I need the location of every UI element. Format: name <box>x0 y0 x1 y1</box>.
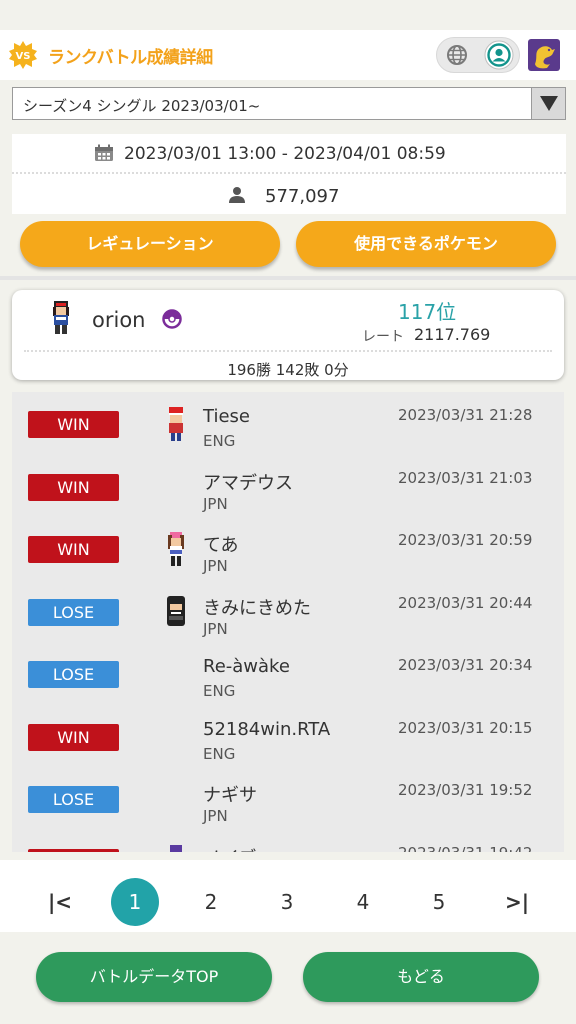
battle-history-list[interactable]: WIN Tiese ENG 2023/03/31 21:28 WIN アマデウス JPN 20… <box>12 392 564 852</box>
battle-datetime: 2023/03/31 20:59 <box>398 531 533 549</box>
page-title: ランクバトル成績詳細 <box>48 48 213 68</box>
opponent-sprite-icon <box>170 844 182 852</box>
person-icon <box>229 187 245 203</box>
opponent-language: JPN <box>203 494 228 513</box>
rate-value: 2117.769 <box>414 325 491 344</box>
rate-label: レート <box>362 329 404 345</box>
battle-datetime: 2023/03/31 19:52 <box>398 781 533 799</box>
opponent-name: ナギサ <box>203 785 257 806</box>
player-name: orion <box>92 308 146 332</box>
section-divider <box>0 276 576 280</box>
battle-datetime: 2023/03/31 21:03 <box>398 468 533 487</box>
last-page-button[interactable]: >| <box>493 878 541 926</box>
battle-row[interactable]: WIN てあ JPN 2023/03/31 20:59 <box>12 517 564 579</box>
opponent-sprite-icon <box>167 595 185 626</box>
win-badge: WIN <box>28 723 119 751</box>
usable-pokemon-button[interactable]: 使用できるポケモン <box>296 221 556 267</box>
battle-row[interactable]: WIN メイズ 2023/03/31 19:42 <box>12 830 564 853</box>
opponent-name: メイズ <box>203 844 256 853</box>
vs-badge-icon: VS <box>9 41 37 69</box>
calendar-icon <box>95 144 113 161</box>
dropdown-button[interactable] <box>531 88 565 119</box>
battle-datetime: 2023/03/31 20:34 <box>398 656 533 674</box>
season-selected-label: シーズン4 シングル 2023/03/01~ <box>23 97 261 115</box>
battle-row[interactable]: LOSE Re-àwàke ENG 2023/03/31 20:34 <box>12 642 564 704</box>
trainer-sprite-icon <box>53 301 69 334</box>
first-page-button[interactable]: |< <box>36 878 84 926</box>
opponent-language: JPN <box>203 619 228 638</box>
opponent-name: きみにきめた <box>203 597 311 619</box>
player-rank: 117位 <box>398 300 457 324</box>
lose-badge: LOSE <box>28 786 119 813</box>
win-badge: WIN <box>28 473 119 501</box>
svg-text:VS: VS <box>16 51 31 62</box>
player-summary-card: orion 117位 レート 2117.769 196勝 142敗 0分 <box>12 290 564 380</box>
opponent-language: JPN <box>203 807 228 825</box>
season-period: 2023/03/01 13:00 - 2023/04/01 08:59 <box>124 144 446 164</box>
dragon-icon[interactable] <box>528 39 560 71</box>
battle-row[interactable]: WIN Tiese ENG 2023/03/31 21:28 <box>12 392 564 454</box>
win-loss-record: 196勝 142敗 0分 <box>227 361 349 379</box>
opponent-language: ENG <box>203 744 236 763</box>
battle-row[interactable]: WIN 52184win.RTA ENG 2023/03/31 20:15 <box>12 705 564 767</box>
page-button-5[interactable]: 5 <box>415 878 463 926</box>
season-dropdown[interactable]: シーズン4 シングル 2023/03/01~ <box>12 87 566 120</box>
battle-row[interactable]: LOSE ナギサ JPN 2023/03/31 19:52 <box>12 767 564 829</box>
page-button-4[interactable]: 4 <box>339 878 387 926</box>
battle-data-top-button[interactable]: バトルデータTOP <box>36 952 272 1002</box>
opponent-language: ENG <box>203 682 236 700</box>
participants-row: 577,097 <box>12 178 566 214</box>
master-ball-icon <box>162 309 182 329</box>
triangle-down-icon <box>540 96 558 111</box>
battle-datetime: 2023/03/31 21:28 <box>398 406 533 424</box>
opponent-sprite-icon <box>169 407 183 441</box>
battle-row[interactable]: WIN アマデウス JPN 2023/03/31 21:03 <box>12 455 564 517</box>
pagination: |< 1 2 3 4 5 >| <box>0 860 576 932</box>
win-badge: WIN <box>28 536 119 563</box>
season-info-card: 2023/03/01 13:00 - 2023/04/01 08:59 577,… <box>12 134 566 214</box>
opponent-name: Re-àwàke <box>203 656 290 677</box>
back-button[interactable]: もどる <box>303 952 539 1002</box>
opponent-name: アマデウス <box>203 472 293 494</box>
lose-badge: LOSE <box>28 598 119 626</box>
user-circle-icon[interactable] <box>484 40 514 70</box>
battle-datetime: 2023/03/31 19:42 <box>398 844 532 853</box>
globe-icon[interactable] <box>444 42 470 68</box>
opponent-language: JPN <box>203 557 228 575</box>
season-period-row: 2023/03/01 13:00 - 2023/04/01 08:59 <box>12 134 566 174</box>
opponent-name: Tiese <box>203 406 250 427</box>
page-button-1[interactable]: 1 <box>111 878 159 926</box>
battle-row[interactable]: LOSE きみにきめた JPN 2023/03/31 20:44 <box>12 580 564 642</box>
battle-datetime: 2023/03/31 20:15 <box>398 718 533 737</box>
opponent-name: 52184win.RTA <box>203 718 331 740</box>
opponent-sprite-icon <box>168 532 184 566</box>
app-header: VS ランクバトル成績詳細 <box>0 30 576 80</box>
win-badge: WIN <box>28 411 119 438</box>
win-badge: WIN <box>28 848 119 852</box>
opponent-language: ENG <box>203 432 236 450</box>
lose-badge: LOSE <box>28 661 119 688</box>
participants-count: 577,097 <box>265 186 340 207</box>
page-button-2[interactable]: 2 <box>187 878 235 926</box>
regulation-button[interactable]: レギュレーション <box>20 221 280 267</box>
dotted-divider <box>24 350 552 352</box>
opponent-name: てあ <box>203 535 239 556</box>
page-button-3[interactable]: 3 <box>263 878 311 926</box>
battle-datetime: 2023/03/31 20:44 <box>398 593 533 612</box>
